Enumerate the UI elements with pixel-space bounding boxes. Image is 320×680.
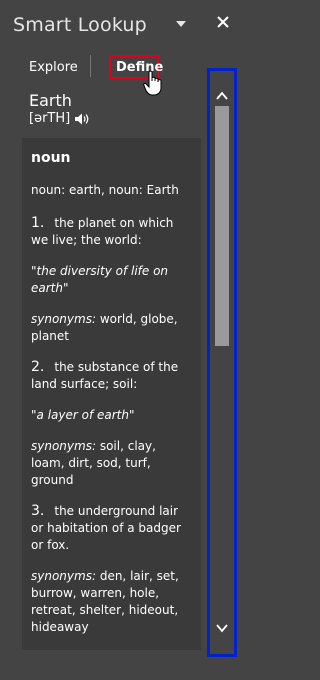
pane-title: Smart Lookup [13, 14, 147, 36]
part-of-speech: noun [31, 150, 71, 166]
sense-synonyms: synonyms: soil, clay, loam, dirt, sod, t… [31, 438, 192, 489]
synonyms-label: synonyms: [31, 439, 96, 453]
entry-word: Earth [29, 91, 72, 110]
smart-lookup-pane: Smart Lookup Explore Define Earth [ərTH]… [0, 0, 246, 680]
sense-number: 1. [31, 215, 45, 231]
definition-panel: noun noun: earth, noun: Earth 1. the plan… [22, 138, 201, 650]
scrollbar-highlight [207, 68, 237, 657]
close-icon[interactable] [214, 13, 232, 31]
sense-text: the substance of the land surface; soil: [31, 360, 179, 391]
caret-down-icon[interactable] [174, 16, 188, 30]
sense-2: 2. the substance of the land surface; soi… [31, 359, 192, 393]
synonyms-label: synonyms: [31, 312, 96, 326]
tab-divider [90, 55, 91, 77]
sense-1: 1. the planet on which we live; the world… [31, 215, 192, 249]
sense-number: 3. [31, 503, 45, 519]
sense-text: the underground lair or habitation of a … [31, 504, 181, 552]
sense-number: 2. [31, 359, 45, 375]
sense-example: "a layer of earth" [31, 408, 135, 422]
speaker-icon[interactable] [74, 111, 90, 125]
word-forms: noun: earth, noun: Earth [31, 183, 179, 197]
hand-cursor-icon [143, 70, 163, 96]
pronunciation: [ərTH] [29, 111, 71, 126]
sense-synonyms: synonyms: world, globe, planet [31, 311, 192, 345]
tab-explore[interactable]: Explore [29, 60, 78, 75]
sense-example: "the diversity of life on earth" [31, 264, 169, 295]
synonyms-label: synonyms: [31, 569, 96, 583]
sense-synonyms: synonyms: den, lair, set, burrow, warren… [31, 568, 192, 636]
sense-3: 3. the underground lair or habitation of … [31, 503, 192, 554]
sense-text: the planet on which we live; the world: [31, 216, 174, 247]
